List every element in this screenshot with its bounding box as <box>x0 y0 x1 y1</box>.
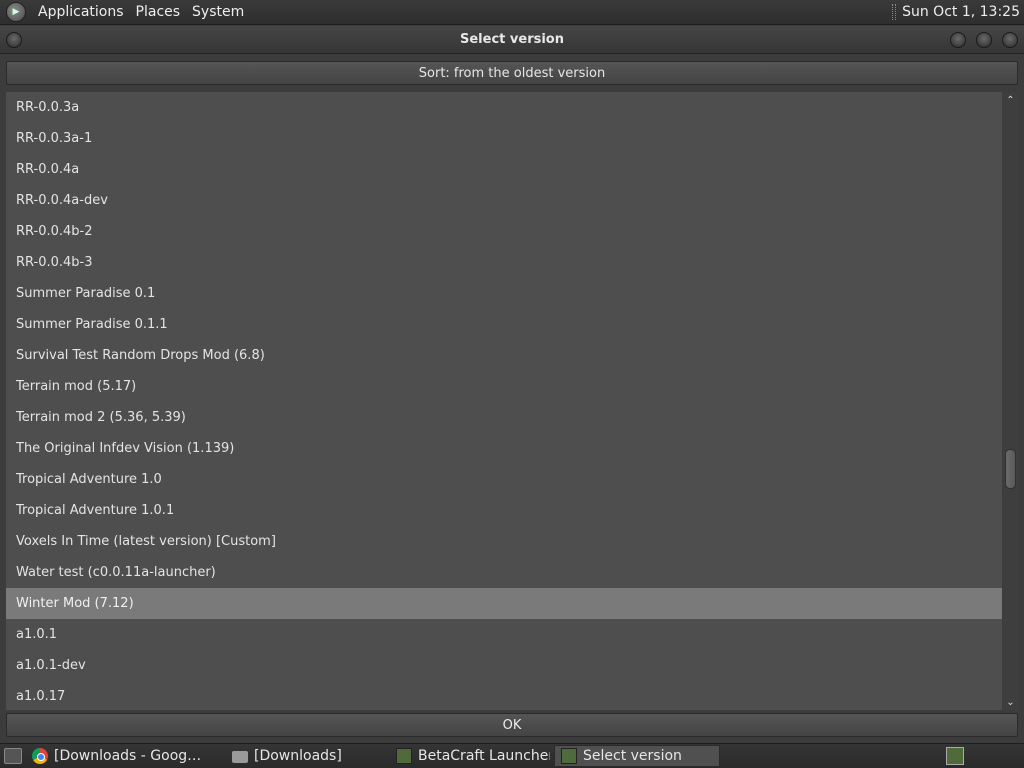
task-betacraft-launcher[interactable]: BetaCraft Launcher … <box>390 745 550 767</box>
list-item[interactable]: Terrain mod 2 (5.36, 5.39) <box>6 402 1002 433</box>
show-desktop-icon[interactable] <box>4 748 22 764</box>
list-item[interactable]: RR-0.0.3a <box>6 92 1002 123</box>
list-item[interactable]: Tropical Adventure 1.0 <box>6 464 1002 495</box>
betacraft-tray-icon[interactable] <box>946 747 964 765</box>
scroll-up-icon[interactable]: ⌃ <box>1003 92 1018 108</box>
top-panel: ▶ Applications Places System Sun Oct 1, … <box>0 0 1024 25</box>
window-title: Select version <box>460 32 564 47</box>
list-item[interactable]: RR-0.0.4a-dev <box>6 185 1002 216</box>
panel-grip-icon <box>892 4 897 20</box>
clock[interactable]: Sun Oct 1, 13:25 <box>902 4 1020 20</box>
chrome-icon <box>32 748 48 764</box>
list-item[interactable]: RR-0.0.3a-1 <box>6 123 1002 154</box>
list-item[interactable]: Winter Mod (7.12) <box>6 588 1002 619</box>
folder-icon <box>232 751 248 763</box>
list-item[interactable]: Tropical Adventure 1.0.1 <box>6 495 1002 526</box>
task-select-version[interactable]: Select version <box>554 745 720 767</box>
menu-applications[interactable]: Applications <box>32 0 130 25</box>
list-item[interactable]: Survival Test Random Drops Mod (6.8) <box>6 340 1002 371</box>
betacraft-icon <box>561 748 577 764</box>
task-label: [Downloads - Goog… <box>54 748 202 764</box>
list-item[interactable]: Terrain mod (5.17) <box>6 371 1002 402</box>
window-titlebar[interactable]: Select version <box>0 26 1024 54</box>
close-button[interactable] <box>1002 32 1018 48</box>
version-list[interactable]: RR-0.0.3a RR-0.0.3a-1 RR-0.0.4a RR-0.0.4a-d… <box>6 92 1002 710</box>
scroll-thumb[interactable] <box>1005 449 1016 489</box>
betacraft-icon <box>396 748 412 764</box>
task-label: BetaCraft Launcher … <box>418 748 550 764</box>
taskbar: [Downloads - Goog… [Downloads] BetaCraft… <box>0 743 1024 768</box>
main-menu-icon[interactable]: ▶ <box>6 2 26 22</box>
menu-places[interactable]: Places <box>130 0 187 25</box>
maximize-button[interactable] <box>976 32 992 48</box>
list-item[interactable]: a1.0.1-dev <box>6 650 1002 681</box>
list-item[interactable]: a1.0.1 <box>6 619 1002 650</box>
window-menu-icon[interactable] <box>6 32 22 48</box>
task-downloads-folder[interactable]: [Downloads] <box>226 745 386 767</box>
task-label: Select version <box>583 748 682 764</box>
task-downloads-chrome[interactable]: [Downloads - Goog… <box>26 745 222 767</box>
list-item[interactable]: RR-0.0.4a <box>6 154 1002 185</box>
list-item[interactable]: Summer Paradise 0.1 <box>6 278 1002 309</box>
minimize-button[interactable] <box>950 32 966 48</box>
list-item[interactable]: Voxels In Time (latest version) [Custom] <box>6 526 1002 557</box>
menu-system[interactable]: System <box>186 0 250 25</box>
list-scrollbar[interactable]: ⌃ ⌄ <box>1003 92 1018 710</box>
list-item[interactable]: Summer Paradise 0.1.1 <box>6 309 1002 340</box>
list-item[interactable]: RR-0.0.4b-3 <box>6 247 1002 278</box>
scroll-down-icon[interactable]: ⌄ <box>1003 694 1018 710</box>
list-item[interactable]: The Original Infdev Vision (1.139) <box>6 433 1002 464</box>
ok-button[interactable]: OK <box>6 713 1018 737</box>
list-item[interactable]: Water test (c0.0.11a-launcher) <box>6 557 1002 588</box>
task-label: [Downloads] <box>254 748 342 764</box>
list-item[interactable]: a1.0.17 <box>6 681 1002 710</box>
sort-button[interactable]: Sort: from the oldest version <box>6 61 1018 85</box>
list-item[interactable]: RR-0.0.4b-2 <box>6 216 1002 247</box>
